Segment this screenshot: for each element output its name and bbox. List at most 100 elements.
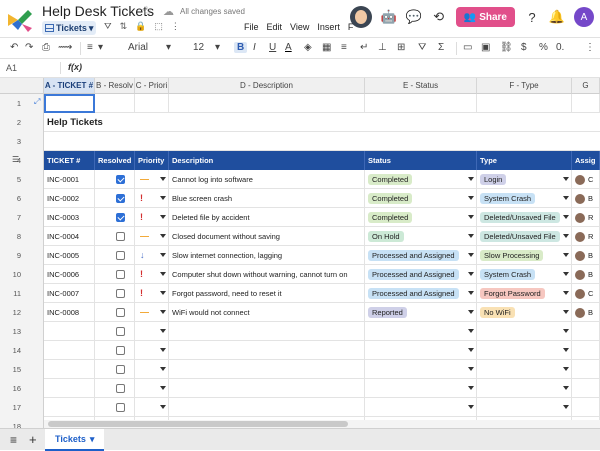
status-cell[interactable] <box>365 322 477 341</box>
undo-icon[interactable]: ↶ <box>10 42 18 53</box>
assignee-cell[interactable]: C <box>572 170 600 189</box>
resolved-checkbox[interactable] <box>116 194 125 203</box>
row-number[interactable]: 18 <box>0 417 44 428</box>
dropdown-arrow-icon[interactable] <box>160 310 166 314</box>
resolved-cell[interactable] <box>95 189 135 208</box>
dropdown-arrow-icon[interactable] <box>468 253 474 257</box>
priority-cell[interactable]: — <box>135 227 169 246</box>
resolved-cell[interactable] <box>95 265 135 284</box>
type-cell[interactable]: System Crash <box>477 265 572 284</box>
redo-icon[interactable]: ↷ <box>25 42 33 53</box>
dropdown-arrow-icon[interactable] <box>468 177 474 181</box>
dropdown-arrow-icon[interactable] <box>563 253 569 257</box>
scrollbar-thumb[interactable] <box>48 421 348 427</box>
dropdown-arrow-icon[interactable] <box>563 177 569 181</box>
menu-insert[interactable]: Insert <box>317 22 340 32</box>
resolved-checkbox[interactable] <box>116 175 125 184</box>
ticket-id-cell[interactable]: INC-0003 <box>44 208 95 227</box>
dropdown-arrow-icon[interactable] <box>468 272 474 276</box>
priority-cell[interactable] <box>135 341 169 360</box>
row-number[interactable]: 14 <box>0 341 44 360</box>
robot-icon[interactable]: 🤖 <box>381 9 397 25</box>
add-sheet-icon[interactable]: + <box>29 432 37 447</box>
dropdown-arrow-icon[interactable] <box>468 196 474 200</box>
resolved-cell[interactable] <box>95 170 135 189</box>
dropdown-arrow-icon[interactable] <box>563 215 569 219</box>
priority-cell[interactable] <box>135 360 169 379</box>
status-cell[interactable] <box>365 379 477 398</box>
resolved-cell[interactable] <box>95 227 135 246</box>
percent-button[interactable]: % <box>539 42 548 53</box>
hamburger-menu-icon[interactable]: ≡ <box>10 433 17 447</box>
resolved-cell[interactable] <box>95 246 135 265</box>
cell[interactable] <box>169 94 365 113</box>
priority-cell[interactable]: ! <box>135 284 169 303</box>
dropdown-arrow-icon[interactable] <box>468 234 474 238</box>
dropdown-arrow-icon[interactable] <box>468 215 474 219</box>
ticket-id-cell[interactable]: INC-0005 <box>44 246 95 265</box>
bell-icon[interactable]: 🔔 <box>549 9 565 25</box>
row-number[interactable]: 16 <box>0 379 44 398</box>
filter-icon[interactable]: ⛛ <box>418 42 426 53</box>
row-number[interactable]: 6 <box>0 189 44 208</box>
status-cell[interactable] <box>365 341 477 360</box>
description-cell[interactable]: Slow internet connection, lagging <box>169 246 365 265</box>
merge-icon[interactable]: ⊞ <box>397 42 405 53</box>
select-all-corner[interactable] <box>0 78 44 94</box>
resolved-cell[interactable] <box>95 341 135 360</box>
status-cell[interactable]: Completed <box>365 189 477 208</box>
dropdown-arrow-icon[interactable] <box>563 196 569 200</box>
dropdown-arrow-icon[interactable] <box>563 386 569 390</box>
dropdown-arrow-icon[interactable] <box>468 291 474 295</box>
description-cell[interactable]: Closed document without saving <box>169 227 365 246</box>
priority-cell[interactable]: ! <box>135 265 169 284</box>
resolved-checkbox[interactable] <box>116 403 125 412</box>
column-header-F[interactable]: F - Type <box>477 78 572 94</box>
image-icon[interactable]: ▣ <box>481 42 490 53</box>
dropdown-arrow-icon[interactable] <box>160 291 166 295</box>
underline-button[interactable]: U <box>269 42 276 53</box>
type-cell[interactable]: Deleted/Unsaved File <box>477 227 572 246</box>
resolved-cell[interactable] <box>95 303 135 322</box>
cell[interactable] <box>477 94 572 113</box>
priority-cell[interactable]: ! <box>135 189 169 208</box>
row-number[interactable]: 3 <box>0 132 44 151</box>
type-cell[interactable]: No WiFi <box>477 303 572 322</box>
type-cell[interactable] <box>477 322 572 341</box>
status-cell[interactable]: Processed and Assigned <box>365 246 477 265</box>
assignee-cell[interactable]: B <box>572 189 600 208</box>
italic-button[interactable]: I <box>253 42 256 53</box>
description-cell[interactable] <box>169 341 365 360</box>
column-header-C[interactable]: C - Priori <box>135 78 169 94</box>
row-number[interactable]: 9 <box>0 246 44 265</box>
expand-row-icon[interactable]: ⤢ <box>34 97 40 107</box>
column-header-A[interactable]: A - TICKET # <box>44 78 95 94</box>
cell-reference[interactable]: A1 <box>6 63 17 73</box>
ticket-id-cell[interactable]: INC-0004 <box>44 227 95 246</box>
assignee-cell[interactable] <box>572 322 600 341</box>
dropdown-arrow-icon[interactable] <box>468 386 474 390</box>
status-cell[interactable]: Reported <box>365 303 477 322</box>
ticket-id-cell[interactable] <box>44 322 95 341</box>
ticket-id-cell[interactable] <box>44 360 95 379</box>
assignee-cell[interactable]: R <box>572 208 600 227</box>
dropdown-arrow-icon[interactable] <box>468 348 474 352</box>
fill-color-icon[interactable]: ◈ <box>304 42 312 53</box>
priority-cell[interactable]: ! <box>135 208 169 227</box>
assignee-cell[interactable] <box>572 341 600 360</box>
type-cell[interactable] <box>477 379 572 398</box>
row-number[interactable]: 12 <box>0 303 44 322</box>
filter-icon[interactable]: ⛛ <box>104 21 112 32</box>
sort-icon[interactable]: ⇅ <box>120 21 128 32</box>
row-number[interactable]: 11 <box>0 284 44 303</box>
text-color-icon[interactable]: A <box>285 42 292 53</box>
font-selector[interactable]: Arial <box>128 42 148 53</box>
resolved-checkbox[interactable] <box>116 251 125 260</box>
type-cell[interactable] <box>477 341 572 360</box>
dropdown-arrow-icon[interactable] <box>160 367 166 371</box>
history-icon[interactable]: ⟲ <box>431 9 447 25</box>
description-cell[interactable]: Forgot password, need to reset it <box>169 284 365 303</box>
row-number[interactable]: 5 <box>0 170 44 189</box>
dropdown-arrow-icon[interactable] <box>160 386 166 390</box>
dropdown-arrow-icon[interactable] <box>468 329 474 333</box>
